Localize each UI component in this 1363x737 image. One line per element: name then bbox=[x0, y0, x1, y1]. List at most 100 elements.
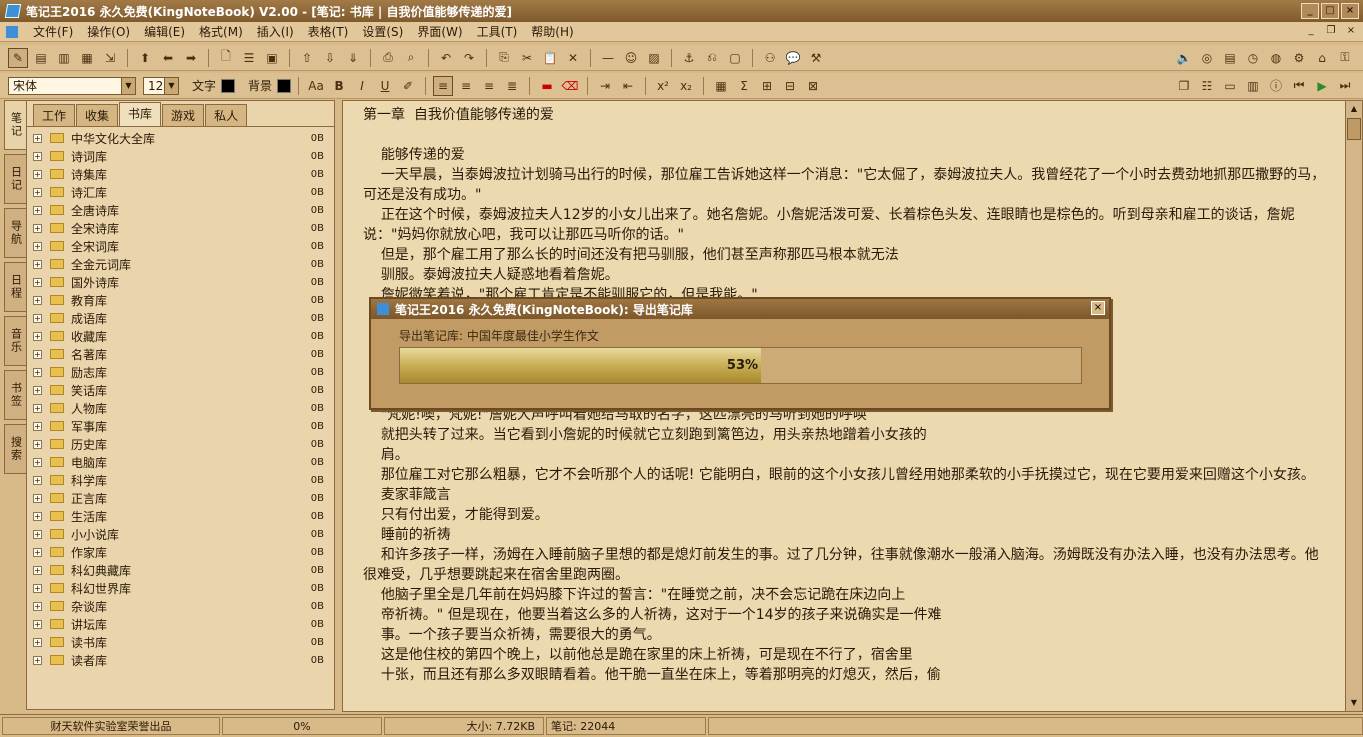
tab-library[interactable]: 书库 bbox=[119, 102, 162, 126]
expand-icon[interactable]: + bbox=[33, 619, 42, 629]
tree-item[interactable]: + 军事库 0B bbox=[31, 417, 330, 435]
up-green-icon[interactable]: ⬆ bbox=[135, 48, 155, 68]
sticky-note-icon[interactable]: ▢ bbox=[725, 48, 745, 68]
scroll-up-icon[interactable]: ▲ bbox=[1347, 101, 1361, 117]
tree-item[interactable]: + 杂谈库 0B bbox=[31, 597, 330, 615]
side-tab-schedule[interactable]: 日程 bbox=[4, 262, 26, 312]
mdi-restore-icon[interactable]: ❐ bbox=[1323, 24, 1339, 38]
expand-icon[interactable]: + bbox=[33, 565, 42, 575]
tree-item[interactable]: + 正言库 0B bbox=[31, 489, 330, 507]
align-center-icon[interactable]: ≡ bbox=[456, 76, 476, 96]
expand-icon[interactable]: + bbox=[33, 601, 42, 611]
tree-item[interactable]: + 国外诗库 0B bbox=[31, 273, 330, 291]
expand-icon[interactable]: + bbox=[33, 475, 42, 485]
font-select[interactable]: 宋体 ▼ bbox=[8, 76, 136, 95]
paste-icon[interactable]: 📋 bbox=[540, 48, 560, 68]
eraser-icon[interactable]: ⌫ bbox=[560, 76, 580, 96]
tree-item[interactable]: + 生活库 0B bbox=[31, 507, 330, 525]
expand-icon[interactable]: + bbox=[33, 151, 42, 161]
tab-collect[interactable]: 收集 bbox=[76, 104, 119, 126]
brush-icon[interactable]: ✐ bbox=[398, 76, 418, 96]
expand-icon[interactable]: + bbox=[33, 349, 42, 359]
expand-icon[interactable]: + bbox=[33, 385, 42, 395]
lock-icon[interactable]: ⚿ bbox=[1335, 48, 1355, 68]
maximize-button[interactable]: □ bbox=[1321, 3, 1339, 19]
expand-icon[interactable]: + bbox=[33, 331, 42, 341]
expand-icon[interactable]: + bbox=[33, 259, 42, 269]
expand-icon[interactable]: + bbox=[33, 655, 42, 665]
scroll-down-icon[interactable]: ▼ bbox=[1347, 695, 1361, 711]
tree-item[interactable]: + 诗词库 0B bbox=[31, 147, 330, 165]
side-tab-bookmarks[interactable]: 书签 bbox=[4, 370, 26, 420]
tree-item[interactable]: + 全宋诗库 0B bbox=[31, 219, 330, 237]
tree-item[interactable]: + 历史库 0B bbox=[31, 435, 330, 453]
tree-item[interactable]: + 诗集库 0B bbox=[31, 165, 330, 183]
align-left-icon[interactable]: ≡ bbox=[433, 75, 454, 96]
expand-icon[interactable]: + bbox=[33, 529, 42, 539]
menu-insert[interactable]: 插入(I) bbox=[250, 23, 301, 40]
side-tab-diary[interactable]: 日记 bbox=[4, 154, 26, 204]
expand-icon[interactable]: + bbox=[33, 511, 42, 521]
expand-icon[interactable]: + bbox=[33, 223, 42, 233]
tree-item[interactable]: + 成语库 0B bbox=[31, 309, 330, 327]
dialog-close-button[interactable]: × bbox=[1091, 301, 1105, 315]
tree-item[interactable]: + 小小说库 0B bbox=[31, 525, 330, 543]
menu-interface[interactable]: 界面(W) bbox=[410, 23, 469, 40]
menu-file[interactable]: 文件(F) bbox=[26, 23, 80, 40]
tree-item[interactable]: + 读者库 0B bbox=[31, 651, 330, 669]
window-cascade-icon[interactable]: ❐ bbox=[1174, 76, 1194, 96]
tab-private[interactable]: 私人 bbox=[205, 104, 248, 126]
expand-icon[interactable]: + bbox=[33, 403, 42, 413]
tree-item[interactable]: + 诗汇库 0B bbox=[31, 183, 330, 201]
move-down-icon[interactable]: ⇩ bbox=[320, 48, 340, 68]
move-up-icon[interactable]: ⇧ bbox=[297, 48, 317, 68]
menu-edit[interactable]: 编辑(E) bbox=[137, 23, 192, 40]
tab-work[interactable]: 工作 bbox=[33, 104, 76, 126]
side-tab-notes[interactable]: 笔记 bbox=[4, 100, 26, 150]
size-select[interactable]: 12 ▼ bbox=[143, 76, 179, 95]
menu-settings[interactable]: 设置(S) bbox=[355, 23, 410, 40]
tree-item[interactable]: + 收藏库 0B bbox=[31, 327, 330, 345]
web-icon[interactable]: ◎ bbox=[1197, 48, 1217, 68]
cut-icon[interactable]: ✂ bbox=[517, 48, 537, 68]
tree-item[interactable]: + 教育库 0B bbox=[31, 291, 330, 309]
calculator-icon[interactable]: ▥ bbox=[1243, 76, 1263, 96]
menu-operate[interactable]: 操作(O) bbox=[80, 23, 137, 40]
layout3-icon[interactable]: ▦ bbox=[77, 48, 97, 68]
clock-icon[interactable]: ◷ bbox=[1243, 48, 1263, 68]
tree-item[interactable]: + 科学库 0B bbox=[31, 471, 330, 489]
outdent-icon[interactable]: ⇤ bbox=[618, 76, 638, 96]
tree-item[interactable]: + 全唐诗库 0B bbox=[31, 201, 330, 219]
underline-button[interactable]: U bbox=[375, 76, 395, 96]
editor-scrollbar[interactable]: ▲ ▼ bbox=[1345, 101, 1362, 711]
emoji-icon[interactable]: ☺ bbox=[621, 48, 641, 68]
left-green-icon[interactable]: ⬅ bbox=[158, 48, 178, 68]
bg-color-swatch[interactable] bbox=[277, 78, 292, 93]
table-insert-icon[interactable]: ⊟ bbox=[780, 76, 800, 96]
pen-icon[interactable]: ✎ bbox=[8, 47, 28, 68]
window-tile-icon[interactable]: ☷ bbox=[1197, 76, 1217, 96]
justify-icon[interactable]: ≣ bbox=[502, 76, 522, 96]
menu-tools[interactable]: 工具(T) bbox=[470, 23, 525, 40]
tree-item[interactable]: + 名著库 0B bbox=[31, 345, 330, 363]
tree-item[interactable]: + 作家库 0B bbox=[31, 543, 330, 561]
play-icon[interactable]: ▶ bbox=[1312, 76, 1332, 96]
expand-icon[interactable]: + bbox=[33, 241, 42, 251]
screen-icon[interactable]: ▭ bbox=[1220, 76, 1240, 96]
expand-icon[interactable]: + bbox=[33, 439, 42, 449]
tree-item[interactable]: + 人物库 0B bbox=[31, 399, 330, 417]
align-right-icon[interactable]: ≡ bbox=[479, 76, 499, 96]
info-icon[interactable]: ⓘ bbox=[1266, 76, 1286, 96]
undo-icon[interactable]: ↶ bbox=[436, 48, 456, 68]
tree-item[interactable]: + 笑话库 0B bbox=[31, 381, 330, 399]
expand-icon[interactable]: + bbox=[33, 169, 42, 179]
subscript-icon[interactable]: x₂ bbox=[676, 76, 696, 96]
expand-icon[interactable]: + bbox=[33, 493, 42, 503]
highlight-icon[interactable]: ▬ bbox=[537, 76, 557, 96]
expand-icon[interactable]: + bbox=[33, 637, 42, 647]
horizontal-line-icon[interactable]: — bbox=[598, 48, 618, 68]
tree-item[interactable]: + 科幻世界库 0B bbox=[31, 579, 330, 597]
print-preview-icon[interactable]: ⎙ bbox=[378, 48, 398, 68]
tree-item[interactable]: + 全金元词库 0B bbox=[31, 255, 330, 273]
scroll-thumb[interactable] bbox=[1347, 118, 1361, 140]
